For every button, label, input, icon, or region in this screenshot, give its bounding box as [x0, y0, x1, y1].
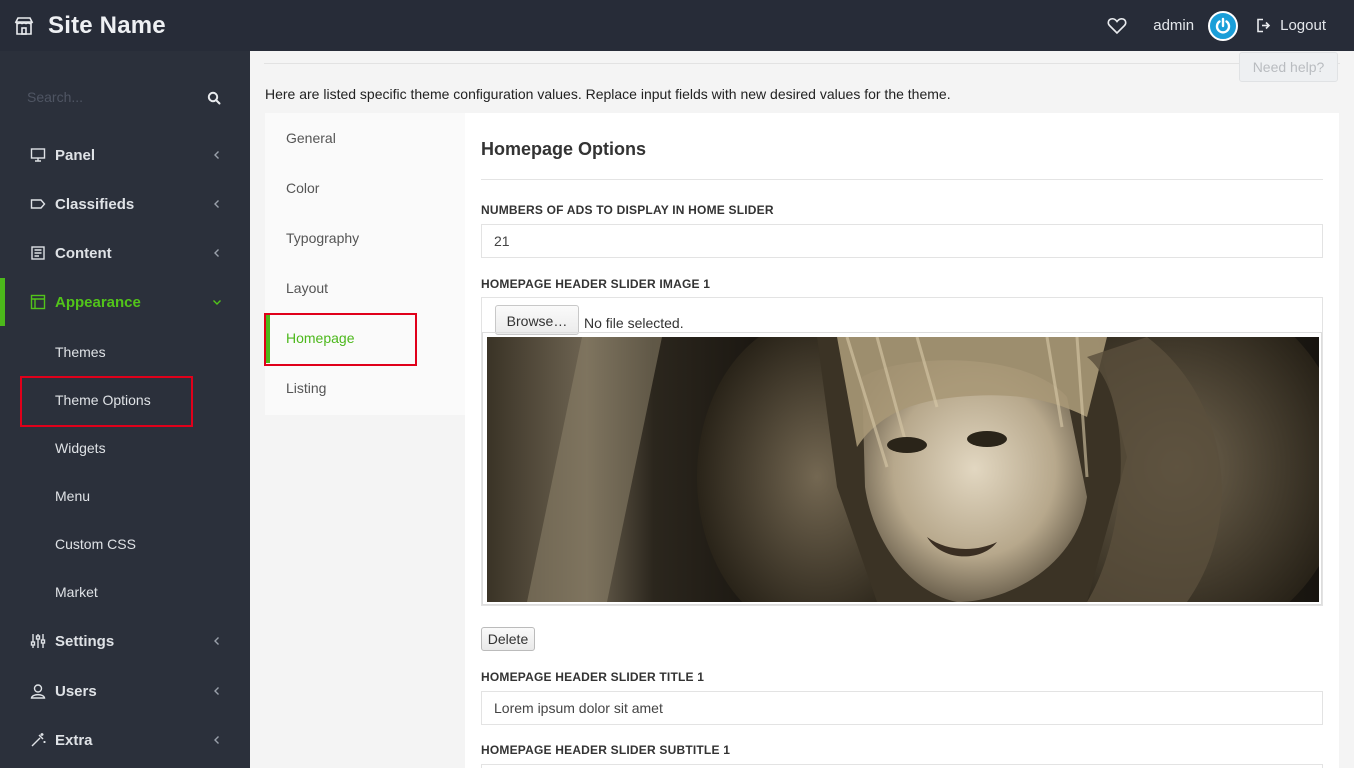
submenu-item-menu[interactable]: Menu: [55, 488, 90, 504]
tab-layout[interactable]: Layout: [265, 263, 465, 313]
user-name[interactable]: admin: [1153, 17, 1194, 34]
submenu-item-widgets[interactable]: Widgets: [55, 440, 106, 456]
magic-icon: [31, 733, 46, 747]
sidebar-item-extra[interactable]: Extra: [0, 716, 250, 764]
chevron-down-icon: [213, 300, 221, 305]
tab-listing[interactable]: Listing: [265, 363, 465, 413]
intro-text: Here are listed specific theme configura…: [265, 86, 951, 102]
sidebar: Panel Classifieds Content Appearance The…: [0, 51, 250, 768]
need-help-button[interactable]: Need help?: [1239, 52, 1338, 82]
search-box: [27, 89, 227, 109]
logout-button[interactable]: Logout: [1256, 17, 1326, 34]
sidebar-item-label: Classifieds: [55, 195, 135, 213]
chevron-left-icon: [214, 736, 219, 744]
file-status: No file selected.: [584, 315, 684, 331]
chevron-left-icon: [214, 200, 219, 208]
main-content: Need help? Here are listed specific them…: [250, 51, 1354, 768]
sidebar-item-settings[interactable]: Settings: [0, 617, 250, 665]
submenu-item-custom-css[interactable]: Custom CSS: [55, 536, 136, 552]
slider-title-1-input[interactable]: [481, 691, 1323, 725]
tag-icon: [30, 199, 46, 209]
chevron-left-icon: [214, 151, 219, 159]
slider-subtitle-1-input[interactable]: [481, 764, 1323, 768]
chevron-left-icon: [214, 249, 219, 257]
sidebar-item-users[interactable]: Users: [0, 667, 250, 715]
ads-count-label: NUMBERS OF ADS TO DISPLAY IN HOME SLIDER: [481, 203, 774, 217]
chevron-left-icon: [214, 687, 219, 695]
browse-button[interactable]: Browse…: [495, 305, 579, 335]
divider: [481, 179, 1323, 180]
divider: [264, 63, 1340, 64]
submenu-item-market[interactable]: Market: [55, 584, 98, 600]
tab-general[interactable]: General: [265, 113, 465, 163]
top-bar: Site Name admin Logout: [0, 0, 1354, 51]
sidebar-item-label: Content: [55, 244, 112, 262]
tab-typography[interactable]: Typography: [265, 213, 465, 263]
heart-icon[interactable]: [1107, 17, 1127, 35]
logout-label: Logout: [1280, 17, 1326, 34]
slider-image: [487, 337, 1319, 602]
user-icon: [30, 684, 46, 699]
section-title: Homepage Options: [481, 139, 647, 159]
sidebar-item-label: Extra: [55, 731, 93, 749]
sidebar-item-label: Users: [55, 682, 97, 700]
power-icon: [1215, 17, 1231, 33]
theme-options-tabs: General Color Typography Layout Homepage…: [265, 113, 465, 415]
avatar[interactable]: [1208, 10, 1239, 41]
search-input[interactable]: [27, 89, 197, 105]
sidebar-item-panel[interactable]: Panel: [0, 131, 250, 179]
newspaper-icon: [31, 246, 45, 260]
layout-icon: [30, 294, 46, 310]
sliders-icon: [30, 634, 46, 648]
slider-image-1-field: Browse… No file selected.: [481, 297, 1323, 606]
sidebar-item-classifieds[interactable]: Classifieds: [0, 180, 250, 228]
site-name: Site Name: [48, 12, 166, 39]
logout-icon: [1257, 18, 1271, 33]
chevron-left-icon: [214, 637, 219, 645]
slider-title-1-label: HOMEPAGE HEADER SLIDER TITLE 1: [481, 670, 705, 684]
slider-image-preview: [482, 332, 1322, 605]
tab-color[interactable]: Color: [265, 163, 465, 213]
sidebar-item-label: Settings: [55, 632, 115, 650]
monitor-icon: [30, 148, 46, 162]
slider-image-1-label: HOMEPAGE HEADER SLIDER IMAGE 1: [481, 277, 711, 291]
brand[interactable]: Site Name: [14, 12, 166, 40]
sidebar-item-appearance[interactable]: Appearance: [0, 278, 250, 326]
highlight-box-theme-options: [20, 376, 193, 427]
sidebar-item-content[interactable]: Content: [0, 229, 250, 277]
store-icon: [14, 17, 34, 35]
delete-image-button[interactable]: Delete: [481, 627, 535, 651]
submenu-item-themes[interactable]: Themes: [55, 344, 106, 360]
highlight-box-homepage: [264, 313, 417, 366]
homepage-options-panel: Homepage Options NUMBERS OF ADS TO DISPL…: [465, 113, 1339, 768]
ads-count-input[interactable]: [481, 224, 1323, 258]
sidebar-item-label: Appearance: [55, 293, 141, 311]
slider-subtitle-1-label: HOMEPAGE HEADER SLIDER SUBTITLE 1: [481, 743, 731, 757]
sidebar-item-label: Panel: [55, 146, 96, 164]
search-icon[interactable]: [207, 91, 221, 105]
